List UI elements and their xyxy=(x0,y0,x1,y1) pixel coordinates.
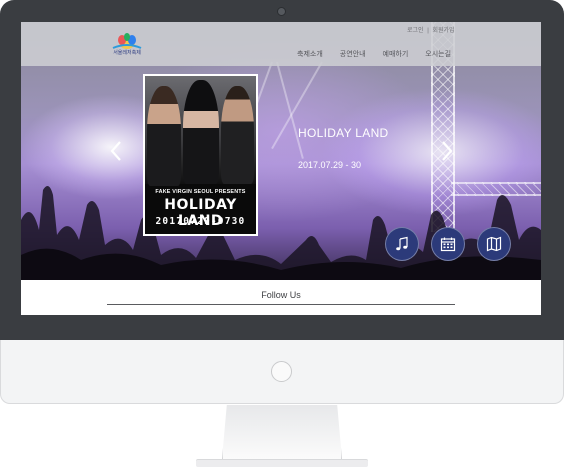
crowd-silhouette xyxy=(21,186,541,280)
nav-item-tickets[interactable]: 예매하기 xyxy=(383,49,409,59)
poster-presents: FAKE VIRGIN SEOUL PRESENTS xyxy=(155,189,246,195)
band-photo xyxy=(145,76,256,186)
calendar-button[interactable] xyxy=(431,227,465,261)
next-slide-icon[interactable] xyxy=(439,140,455,162)
website-screen: 서울레저축제 로그인 | 회원가입 축제소개 공연안내 예매하기 오시는길 FA… xyxy=(21,22,541,315)
nav-item-performances[interactable]: 공연안내 xyxy=(340,49,366,59)
music-button[interactable] xyxy=(385,227,419,261)
map-button[interactable] xyxy=(477,227,511,261)
main-nav: 축제소개 공연안내 예매하기 오시는길 xyxy=(297,49,451,59)
event-poster[interactable]: FAKE VIRGIN SEOUL PRESENTS HOLIDAY LAND … xyxy=(143,74,258,236)
map-icon xyxy=(486,236,502,252)
poster-date: 20170729-0730 xyxy=(155,216,246,227)
hero-banner: 서울레저축제 로그인 | 회원가입 축제소개 공연안내 예매하기 오시는길 FA… xyxy=(21,22,541,280)
slide-title: HOLIDAY LAND xyxy=(298,126,389,140)
nav-item-directions[interactable]: 오시는길 xyxy=(425,49,451,59)
monitor: 서울레저축제 로그인 | 회원가입 축제소개 공연안내 예매하기 오시는길 FA… xyxy=(0,0,564,405)
monitor-stand-base xyxy=(196,459,368,467)
follow-divider xyxy=(107,304,455,305)
utility-links: 로그인 | 회원가입 xyxy=(406,25,456,34)
site-header: 서울레저축제 로그인 | 회원가입 축제소개 공연안내 예매하기 오시는길 xyxy=(21,22,541,66)
power-button[interactable] xyxy=(271,361,292,382)
calendar-icon xyxy=(440,237,456,252)
prev-slide-icon[interactable] xyxy=(108,140,124,162)
util-separator: | xyxy=(427,28,429,34)
login-link[interactable]: 로그인 xyxy=(407,28,424,34)
monitor-stand xyxy=(222,405,342,459)
follow-us-label: Follow Us xyxy=(261,290,301,300)
camera xyxy=(277,7,286,16)
slide-date: 2017.07.29 - 30 xyxy=(298,160,362,170)
logo-text: 서울레저축제 xyxy=(113,50,141,56)
signup-link[interactable]: 회원가입 xyxy=(432,28,454,34)
follow-section: Follow Us xyxy=(21,280,541,315)
music-note-icon xyxy=(396,236,408,251)
nav-item-about[interactable]: 축제소개 xyxy=(297,49,323,59)
